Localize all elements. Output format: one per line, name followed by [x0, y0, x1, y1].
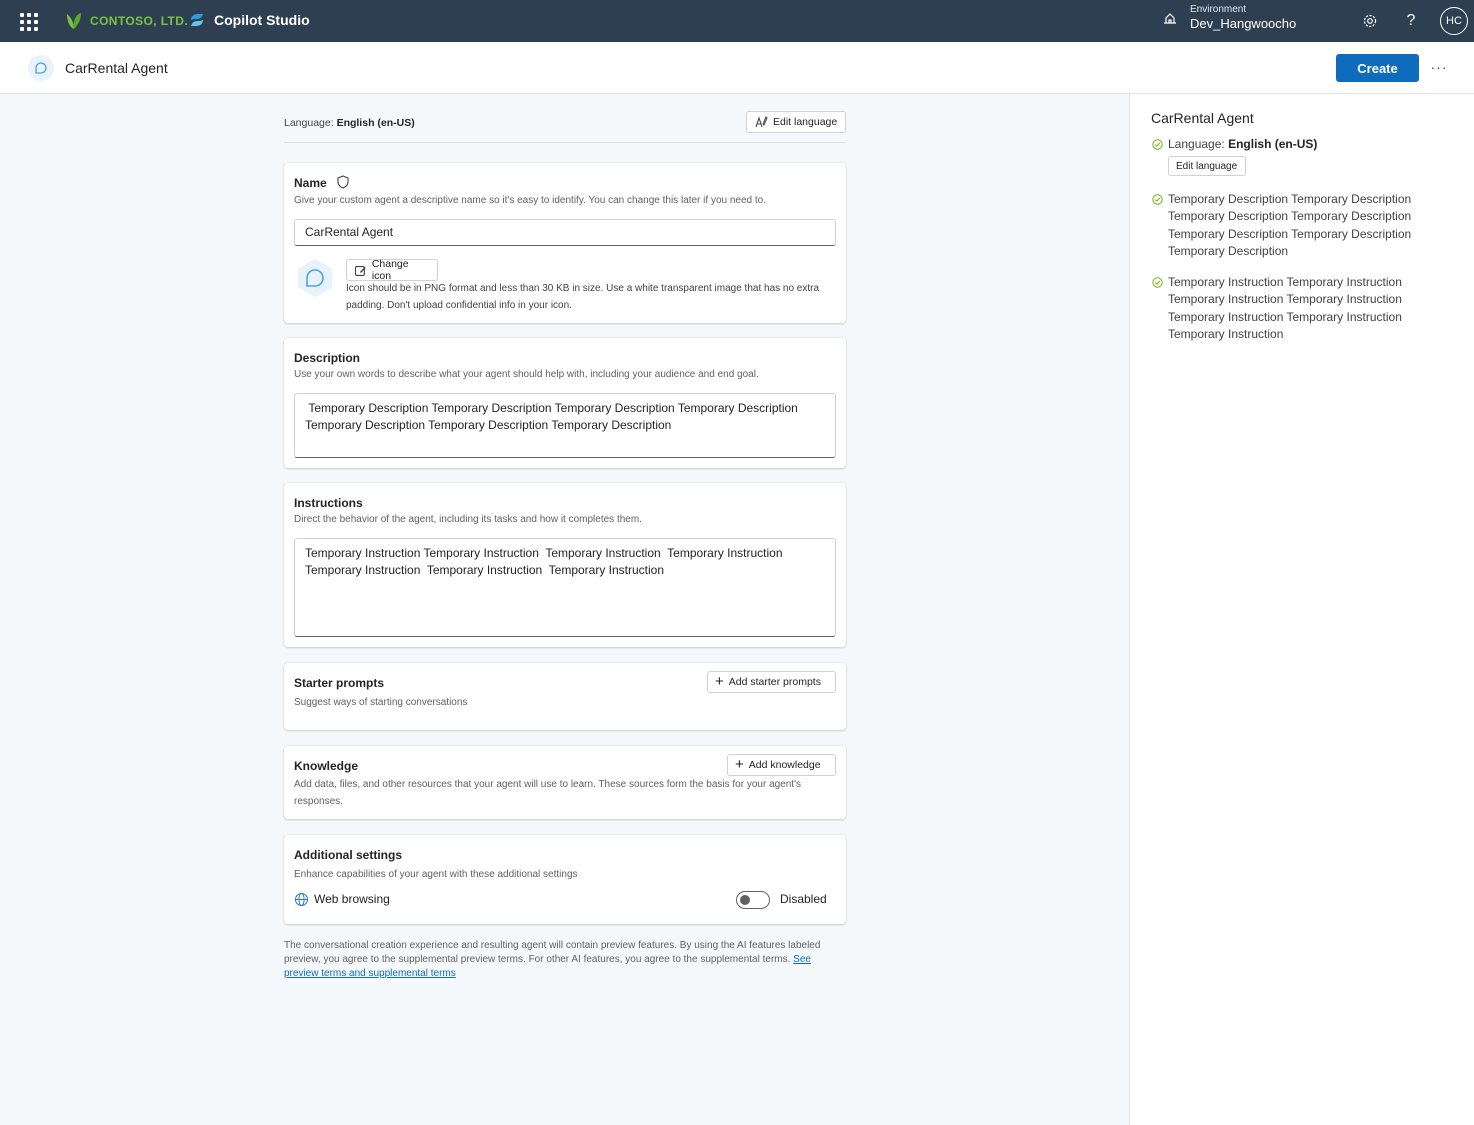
starter-prompts-card: Starter prompts Suggest ways of starting…	[284, 663, 846, 730]
summary-instructions: Temporary Instruction Temporary Instruct…	[1152, 274, 1418, 343]
agent-header: CarRental Agent Create ···	[0, 42, 1474, 94]
instructions-textarea[interactable]: Temporary Instruction Temporary Instruct…	[294, 538, 836, 637]
app-launcher-icon[interactable]	[18, 11, 38, 31]
company-name: CONTOSO, LTD.	[90, 14, 189, 28]
environment-label: Environment	[1190, 4, 1247, 15]
summary-language: Language: English (en-US)	[1152, 136, 1418, 153]
environment-value: Dev_Hangwoocho	[1190, 16, 1297, 31]
language-label: Language:	[284, 117, 334, 129]
summary-language-label: Language:	[1168, 137, 1225, 151]
summary-title: CarRental Agent	[1151, 110, 1254, 126]
summary-instructions-text: Temporary Instruction Temporary Instruct…	[1168, 275, 1402, 341]
environment-picker[interactable]: Environment Dev_Hangwoocho	[1162, 4, 1296, 32]
description-subtitle: Use your own words to describe what your…	[294, 369, 759, 380]
summary-description-text: Temporary Description Temporary Descript…	[1168, 192, 1412, 258]
change-icon-label: Change icon	[371, 258, 409, 282]
language-row: Language: English (en-US) Edit language	[284, 111, 846, 143]
add-knowledge-button[interactable]: + Add knowledge	[727, 754, 836, 776]
description-textarea[interactable]: Temporary Description Temporary Descript…	[294, 393, 836, 458]
description-title: Description	[294, 351, 361, 365]
agent-icon	[28, 55, 54, 81]
name-card: Name Give your custom agent a descriptiv…	[284, 163, 846, 323]
shield-icon	[337, 175, 349, 189]
environment-icon	[1164, 13, 1176, 24]
language-text: Language: English (en-US)	[284, 117, 415, 129]
agent-summary-panel: CarRental Agent Language: English (en-US…	[1129, 94, 1474, 1125]
summary-language-value: English (en-US)	[1228, 137, 1318, 151]
check-circle-icon	[1152, 139, 1163, 150]
web-browsing-toggle[interactable]	[736, 891, 770, 909]
check-circle-icon	[1152, 194, 1163, 205]
additional-settings-title: Additional settings	[294, 848, 402, 862]
change-icon-button[interactable]: Change icon	[346, 258, 438, 282]
name-subtitle: Give your custom agent a descriptive nam…	[294, 195, 766, 206]
add-starter-prompts-button[interactable]: + Add starter prompts	[707, 671, 836, 693]
preview-terms-note: The conversational creation experience a…	[284, 939, 846, 981]
preview-terms-text: The conversational creation experience a…	[284, 940, 821, 965]
company-brand: CONTOSO, LTD.	[64, 11, 188, 31]
create-button[interactable]: Create	[1336, 54, 1419, 82]
starter-prompts-title: Starter prompts	[294, 676, 385, 690]
contoso-leaf-icon	[67, 13, 81, 29]
top-bar: CONTOSO, LTD. Copilot Studio Environment…	[0, 0, 1474, 42]
add-knowledge-label: Add knowledge	[748, 759, 821, 771]
additional-settings-subtitle: Enhance capabilities of your agent with …	[294, 869, 578, 880]
summary-edit-language-button[interactable]: Edit language	[1168, 156, 1246, 176]
instructions-title: Instructions	[294, 496, 363, 510]
starter-prompts-subtitle: Suggest ways of starting conversations	[294, 697, 468, 708]
page-title: CarRental Agent	[65, 60, 168, 76]
summary-description: Temporary Description Temporary Descript…	[1152, 191, 1418, 260]
edit-language-button[interactable]: Edit language	[746, 111, 846, 133]
globe-icon	[294, 892, 309, 907]
add-icon: +	[715, 673, 724, 690]
more-options-button[interactable]: ···	[1428, 56, 1450, 78]
language-value: English (en-US)	[336, 117, 415, 129]
knowledge-subtitle: Add data, files, and other resources tha…	[294, 779, 801, 807]
name-input[interactable]: CarRental Agent	[294, 219, 836, 246]
knowledge-card: Knowledge Add data, files, and other res…	[284, 746, 846, 819]
knowledge-title: Knowledge	[294, 759, 359, 773]
additional-settings-card: Additional settings Enhance capabilities…	[284, 835, 846, 924]
check-circle-icon	[1152, 277, 1163, 288]
name-title: Name	[294, 176, 327, 190]
description-card: Description Use your own words to descri…	[284, 338, 846, 468]
web-browsing-status: Disabled	[780, 892, 827, 906]
copilot-studio-icon	[191, 14, 203, 26]
instructions-card: Instructions Direct the behavior of the …	[284, 483, 846, 647]
edit-language-label: Edit language	[773, 116, 838, 128]
edit-language-icon	[755, 116, 768, 128]
avatar[interactable]: HC	[1440, 7, 1468, 35]
change-icon-icon	[354, 265, 366, 276]
product-link[interactable]: Copilot Studio	[188, 11, 310, 29]
icon-help-text: Icon should be in PNG format and less th…	[346, 283, 820, 311]
product-name: Copilot Studio	[214, 12, 310, 28]
instructions-subtitle: Direct the behavior of the agent, includ…	[294, 514, 642, 525]
add-icon: +	[735, 756, 744, 773]
settings-gear-icon[interactable]	[1360, 11, 1380, 31]
agent-icon-preview[interactable]	[294, 257, 336, 299]
web-browsing-label: Web browsing	[314, 892, 390, 906]
help-icon[interactable]: ?	[1401, 11, 1421, 31]
add-starter-prompts-label: Add starter prompts	[728, 676, 821, 688]
